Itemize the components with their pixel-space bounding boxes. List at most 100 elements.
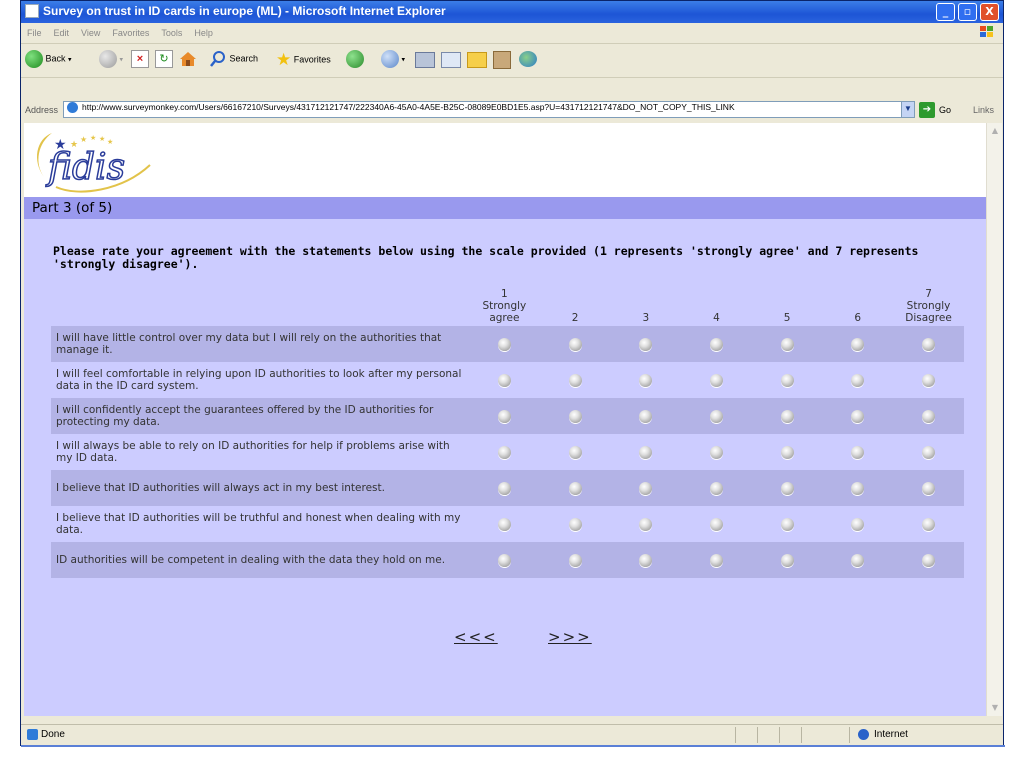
radio-option[interactable]: [639, 373, 653, 387]
radio-option[interactable]: [709, 553, 723, 567]
menu-file[interactable]: File: [27, 28, 42, 38]
mail-icon: [381, 50, 399, 68]
radio-option[interactable]: [639, 481, 653, 495]
radio-option[interactable]: [639, 553, 653, 567]
radio-option[interactable]: [922, 409, 936, 423]
vertical-scrollbar[interactable]: ▲ ▼: [986, 123, 1002, 716]
radio-option[interactable]: [568, 445, 582, 459]
radio-option[interactable]: [497, 481, 511, 495]
radio-option[interactable]: [497, 553, 511, 567]
radio-option[interactable]: [568, 481, 582, 495]
logo-text: fidis: [45, 147, 125, 188]
folder-button[interactable]: [467, 50, 487, 70]
radio-option[interactable]: [568, 553, 582, 567]
radio-option[interactable]: [851, 409, 865, 423]
radio-option[interactable]: [639, 337, 653, 351]
page-done-icon: [27, 729, 38, 740]
radio-option[interactable]: [780, 445, 794, 459]
forward-arrow-icon: [99, 50, 117, 68]
radio-option[interactable]: [497, 445, 511, 459]
messenger-button[interactable]: [519, 50, 537, 70]
radio-option[interactable]: [851, 337, 865, 351]
prev-page-link[interactable]: <<<: [454, 628, 498, 646]
menu-bar: File Edit View Favorites Tools Help: [21, 23, 1003, 44]
address-dropdown-button[interactable]: ▼: [901, 101, 915, 118]
radio-option[interactable]: [851, 373, 865, 387]
stop-button[interactable]: ×: [131, 50, 149, 70]
scale-header-2: 2: [571, 312, 579, 324]
ie-page-icon: [25, 4, 39, 18]
window-bottom-border: [21, 745, 1005, 747]
edit-button[interactable]: [441, 50, 461, 70]
links-button[interactable]: Links: [973, 105, 994, 115]
radio-option[interactable]: [922, 373, 936, 387]
radio-option[interactable]: [709, 373, 723, 387]
statement-row: I will always be able to rely on ID auth…: [51, 434, 964, 470]
mail-button[interactable]: ▾: [381, 50, 405, 70]
radio-option[interactable]: [497, 409, 511, 423]
radio-option[interactable]: [497, 337, 511, 351]
radio-option[interactable]: [780, 517, 794, 531]
research-button[interactable]: [493, 50, 511, 70]
close-button[interactable]: X: [980, 3, 999, 21]
statement-text: I will feel comfortable in relying upon …: [51, 362, 469, 398]
radio-option[interactable]: [922, 481, 936, 495]
radio-option[interactable]: [568, 517, 582, 531]
radio-option[interactable]: [851, 481, 865, 495]
radio-option[interactable]: [922, 337, 936, 351]
radio-option[interactable]: [780, 409, 794, 423]
print-button[interactable]: [415, 50, 435, 70]
menu-view[interactable]: View: [81, 28, 100, 38]
research-icon: [493, 51, 511, 69]
radio-option[interactable]: [709, 517, 723, 531]
radio-option[interactable]: [922, 517, 936, 531]
radio-option[interactable]: [851, 517, 865, 531]
radio-option[interactable]: [780, 553, 794, 567]
menu-edit[interactable]: Edit: [54, 28, 70, 38]
menu-favorites[interactable]: Favorites: [112, 28, 149, 38]
radio-option[interactable]: [497, 517, 511, 531]
radio-option[interactable]: [851, 445, 865, 459]
refresh-button[interactable]: ↻: [155, 50, 173, 70]
printer-icon: [415, 52, 435, 68]
status-text-area: Done: [27, 729, 65, 740]
radio-option[interactable]: [568, 409, 582, 423]
radio-option[interactable]: [851, 553, 865, 567]
favorites-label: Favorites: [293, 54, 331, 65]
address-input[interactable]: http://www.surveymonkey.com/Users/661672…: [63, 101, 915, 118]
radio-option[interactable]: [709, 445, 723, 459]
menu-tools[interactable]: Tools: [161, 28, 182, 38]
radio-option[interactable]: [709, 409, 723, 423]
go-arrow-icon[interactable]: ➔: [919, 102, 935, 118]
scroll-down-icon[interactable]: ▼: [989, 702, 1001, 714]
radio-option[interactable]: [709, 337, 723, 351]
radio-option[interactable]: [780, 337, 794, 351]
address-bar: Address http://www.surveymonkey.com/User…: [21, 99, 1003, 121]
home-button[interactable]: [179, 50, 197, 70]
radio-option[interactable]: [780, 481, 794, 495]
scroll-up-icon[interactable]: ▲: [989, 125, 1001, 137]
menu-help[interactable]: Help: [194, 28, 213, 38]
minimize-button[interactable]: _: [936, 3, 955, 21]
status-divider: [801, 727, 802, 743]
radio-option[interactable]: [639, 445, 653, 459]
maximize-button[interactable]: ▫: [958, 3, 977, 21]
forward-button[interactable]: ▾: [99, 50, 123, 70]
radio-option[interactable]: [568, 337, 582, 351]
radio-option[interactable]: [780, 373, 794, 387]
back-button[interactable]: Back ▾: [25, 50, 72, 70]
go-button[interactable]: Go: [939, 105, 951, 115]
radio-option[interactable]: [709, 481, 723, 495]
svg-text:★: ★: [90, 134, 96, 142]
radio-option[interactable]: [568, 373, 582, 387]
radio-option[interactable]: [922, 445, 936, 459]
svg-text:★: ★: [107, 138, 113, 146]
radio-option[interactable]: [497, 373, 511, 387]
radio-option[interactable]: [922, 553, 936, 567]
favorites-button[interactable]: ★ Favorites: [276, 50, 331, 70]
search-button[interactable]: Search: [209, 50, 258, 70]
next-page-link[interactable]: >>>: [548, 628, 592, 646]
radio-option[interactable]: [639, 517, 653, 531]
radio-option[interactable]: [639, 409, 653, 423]
history-button[interactable]: [346, 50, 364, 70]
